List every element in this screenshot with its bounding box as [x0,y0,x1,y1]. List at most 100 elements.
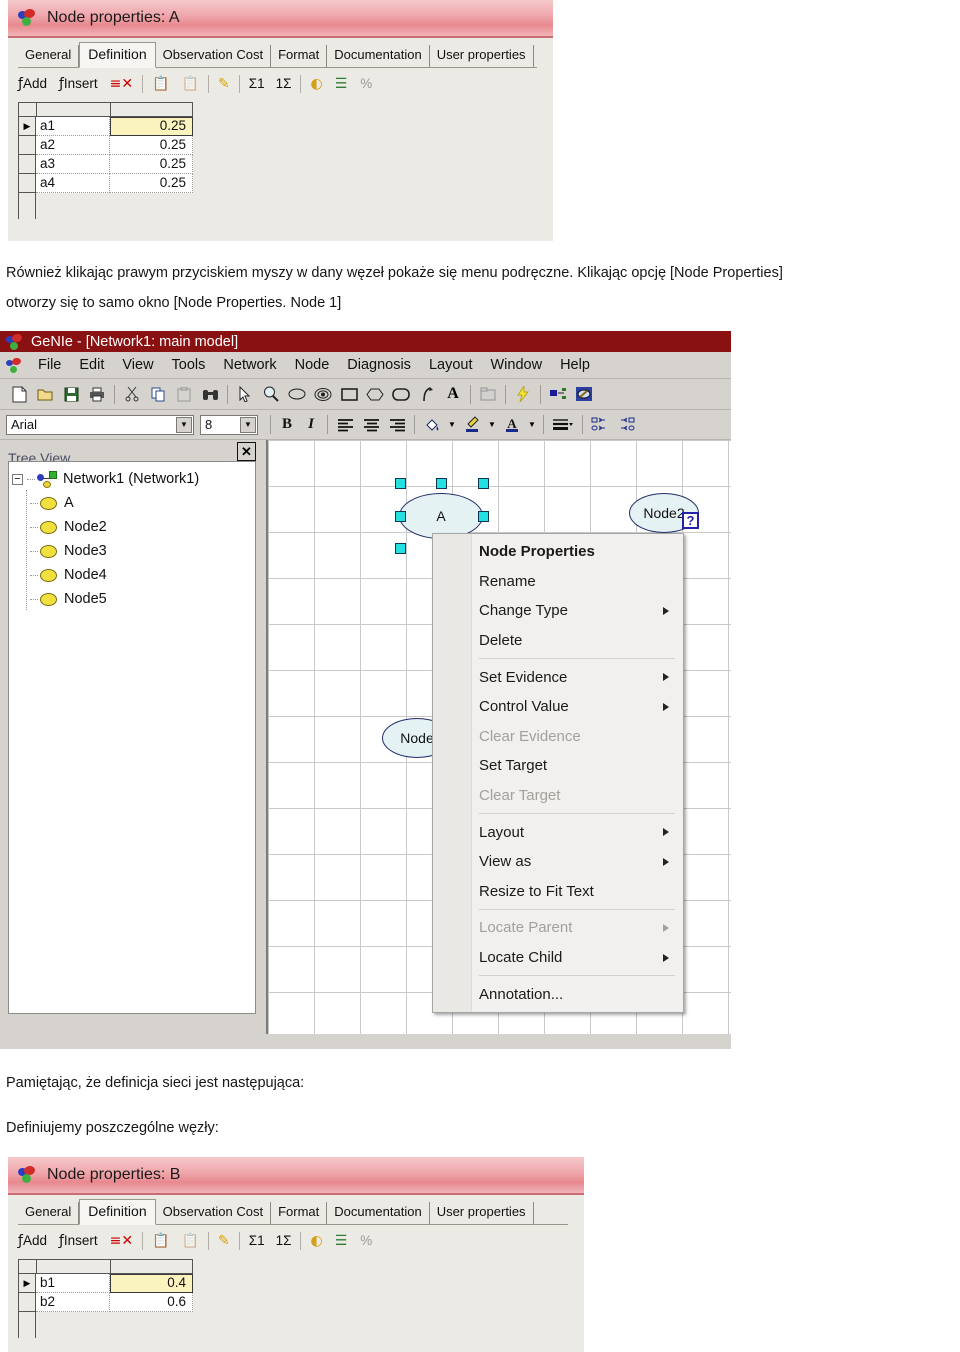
tab-user-properties[interactable]: User properties [430,45,534,67]
menu-tools[interactable]: Tools [163,357,215,373]
align-center-button[interactable] [358,413,384,437]
row-value[interactable]: 0.25 [110,174,193,193]
bar-chart-button[interactable]: ☰ [335,76,348,92]
context-item-annotation[interactable]: Annotation... [433,979,683,1009]
menu-file[interactable]: File [29,357,70,373]
table-row[interactable]: b2 0.6 [18,1293,584,1312]
bold-button[interactable]: B [275,416,299,433]
align-objects-left-button[interactable] [587,413,613,437]
row-state[interactable]: a4 [36,174,110,193]
copy-button[interactable]: 📋 [152,1233,169,1249]
copy-button[interactable] [145,382,171,406]
context-item-delete[interactable]: Delete [433,626,683,656]
align-right-button[interactable] [384,413,410,437]
percent-button[interactable]: % [360,76,372,91]
close-icon[interactable]: ✕ [237,442,256,461]
status-badge[interactable]: ? [682,512,699,529]
normalize-row-button[interactable]: Σ1 [249,1233,265,1248]
normalize-row-button[interactable]: Σ1 [249,76,265,91]
italic-button[interactable]: I [299,416,323,433]
paste-button[interactable]: 📋 [182,76,199,92]
submodel-button[interactable] [475,382,501,406]
zoom-button[interactable] [258,382,284,406]
text-tool[interactable]: A [440,382,466,406]
chevron-down-icon[interactable]: ▼ [240,416,256,433]
rounded-node-tool[interactable] [388,382,414,406]
tab-observation-cost[interactable]: Observation Cost [156,1202,272,1224]
fill-color-button[interactable] [419,413,445,437]
row-state[interactable]: a2 [36,136,110,155]
row-value[interactable]: 0.25 [110,117,193,136]
align-objects-right-button[interactable] [613,413,639,437]
menu-view[interactable]: View [113,357,162,373]
font-family-select[interactable]: Arial ▼ [6,414,194,435]
pie-chart-button[interactable]: ◐ [310,1233,322,1249]
font-color-dropdown[interactable]: ▼ [525,413,539,437]
tab-general[interactable]: General [18,1202,80,1224]
row-value[interactable]: 0.6 [110,1293,193,1312]
menu-layout[interactable]: Layout [420,357,482,373]
table-row[interactable]: a3 0.25 [18,155,553,174]
line-width-button[interactable] [548,413,578,437]
tree-item-node2[interactable]: Node2 [12,515,255,539]
context-item-layout[interactable]: Layout [433,817,683,847]
decision-target-tool[interactable] [310,382,336,406]
font-size-select[interactable]: 8 ▼ [200,414,258,435]
update-button[interactable] [510,382,536,406]
tab-definition[interactable]: Definition [79,1199,156,1225]
selection-handle-top-left[interactable] [395,478,406,489]
row-value[interactable]: 0.25 [110,155,193,174]
pointer-button[interactable] [232,382,258,406]
normalize-column-button[interactable]: 1Σ [276,1233,292,1248]
menu-network[interactable]: Network [214,357,285,373]
line-color-dropdown[interactable]: ▼ [485,413,499,437]
context-item-rename[interactable]: Rename [433,567,683,597]
menu-node[interactable]: Node [286,357,339,373]
table-row[interactable]: ▶ b1 0.4 [18,1274,584,1293]
context-item-change-type[interactable]: Change Type [433,596,683,626]
tab-format[interactable]: Format [271,1202,328,1224]
save-button[interactable] [58,382,84,406]
tree-item-node5[interactable]: Node5 [12,587,255,611]
table-row[interactable]: a2 0.25 [18,136,553,155]
tab-user-properties[interactable]: User properties [430,1202,534,1224]
fill-color-dropdown[interactable]: ▼ [445,413,459,437]
menu-edit[interactable]: Edit [70,357,113,373]
selection-handle-middle-right[interactable] [478,511,489,522]
row-state[interactable]: a1 [36,117,110,136]
insert-button[interactable]: ƒ Insert [59,1233,98,1249]
align-left-button[interactable] [332,413,358,437]
canvas-horizontal-scrollbar[interactable] [266,1034,731,1048]
cut-button[interactable] [119,382,145,406]
tab-general[interactable]: General [18,45,80,67]
context-item-view-as[interactable]: View as [433,847,683,877]
delete-row-button[interactable]: ≡✕ [110,76,133,92]
row-state[interactable]: a3 [36,155,110,174]
copy-button[interactable]: 📋 [152,76,169,92]
tab-definition[interactable]: Definition [79,42,156,68]
context-item-set-target[interactable]: Set Target [433,751,683,781]
table-row[interactable]: a4 0.25 [18,174,553,193]
find-button[interactable] [197,382,223,406]
font-color-button[interactable]: A [499,413,525,437]
rectangle-node-tool[interactable] [336,382,362,406]
line-color-button[interactable] [459,413,485,437]
row-value[interactable]: 0.25 [110,136,193,155]
tree-item-network1[interactable]: − Network1 (Network1) [12,467,255,491]
chevron-down-icon[interactable]: ▼ [176,416,192,433]
menu-diagnosis[interactable]: Diagnosis [338,357,420,373]
open-folder-button[interactable] [32,382,58,406]
table-row[interactable]: ▶ a1 0.25 [18,117,553,136]
delete-row-button[interactable]: ≡✕ [110,1233,133,1249]
normalize-column-button[interactable]: 1Σ [276,76,292,91]
insert-button[interactable]: ƒ Insert [59,76,98,92]
arc-tool[interactable] [414,382,440,406]
context-item-control-value[interactable]: Control Value [433,692,683,722]
network-canvas[interactable]: A Node2 ? Node Node Properties Rename Ch… [266,440,731,1048]
selection-handle-top-center[interactable] [436,478,447,489]
context-item-locate-child[interactable]: Locate Child [433,943,683,973]
diamond-node-tool[interactable] [362,382,388,406]
menu-help[interactable]: Help [551,357,599,373]
paste-button[interactable]: 📋 [182,1233,199,1249]
row-state[interactable]: b2 [36,1293,110,1312]
